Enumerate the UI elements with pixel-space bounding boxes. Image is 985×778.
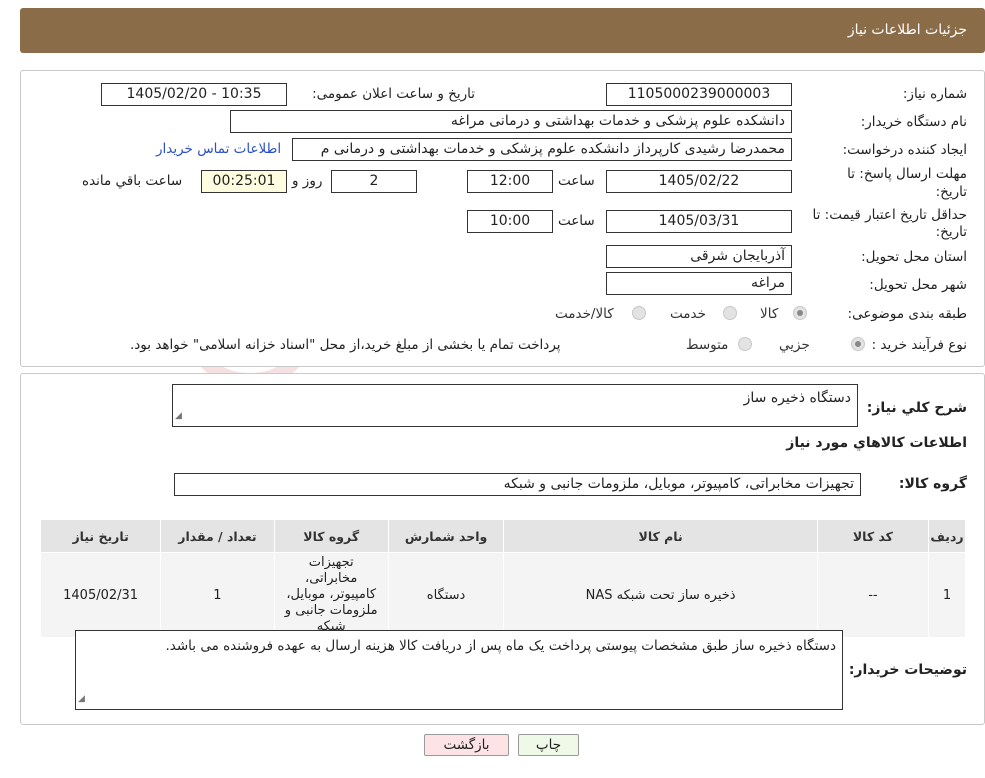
validity-hour-label: ساعت xyxy=(558,213,595,229)
category-option-goods: کالا xyxy=(760,306,779,322)
announce-date-label: تاریخ و ساعت اعلان عمومی: xyxy=(312,86,475,102)
process-radio-medium[interactable] xyxy=(738,337,752,351)
cell-qty: 1 xyxy=(160,552,275,638)
process-note: پرداخت تمام یا بخشی از مبلغ خرید،از محل … xyxy=(130,337,561,353)
need-number-label: شماره نیاز: xyxy=(902,86,967,102)
category-radio-goods-service[interactable] xyxy=(632,306,646,320)
resize-grip-icon[interactable]: ◢ xyxy=(78,695,86,704)
deadline-hour-label: ساعت xyxy=(558,173,595,189)
province-label: استان محل تحویل: xyxy=(861,249,967,265)
description-textarea[interactable]: دستگاه ذخیره ساز ◢ xyxy=(172,384,858,427)
cell-name: ذخیره ساز تحت شبکه NAS xyxy=(503,552,818,638)
buyer-org-label: نام دستگاه خریدار: xyxy=(860,114,967,130)
deadline-label-date: تاریخ: xyxy=(935,184,967,200)
cell-date: 1405/02/31 xyxy=(39,552,162,638)
deadline-label: مهلت ارسال پاسخ: تا xyxy=(847,166,967,182)
cell-code: -- xyxy=(816,552,930,638)
days-label: روز و xyxy=(292,173,323,189)
back-button[interactable]: بازگشت xyxy=(424,734,509,756)
category-radio-service[interactable] xyxy=(723,306,737,320)
process-option-medium: متوسط xyxy=(686,337,729,353)
print-button[interactable]: چاپ xyxy=(518,734,579,756)
process-option-minor: جزیي xyxy=(779,337,810,353)
goods-info-title: اطلاعات کالاهاي مورد نیاز xyxy=(786,435,967,451)
city-label: شهر محل تحویل: xyxy=(869,277,967,293)
category-option-goods-service: کالا/خدمت xyxy=(555,306,614,322)
buyer-notes-textarea[interactable]: دستگاه ذخیره ساز طبق مشخصات پیوستی پرداخ… xyxy=(75,630,843,710)
col-row-index: ردیف xyxy=(928,519,966,553)
col-goods-group: گروه کالا xyxy=(273,519,389,553)
deadline-date-field: 1405/02/22 xyxy=(606,170,792,193)
validity-label: حداقل تاریخ اعتبار قیمت: تا xyxy=(812,207,967,223)
process-radio-minor[interactable] xyxy=(851,337,865,351)
cell-group: تجهیزات مخابراتی، کامپیوتر، موبایل، ملزو… xyxy=(273,552,389,638)
col-goods-code: کد کالا xyxy=(816,519,930,553)
goods-group-label: گروه کالا: xyxy=(898,476,967,492)
buyer-org-field: دانشکده علوم پزشکی و خدمات بهداشتی و درم… xyxy=(230,110,792,133)
col-goods-name: نام کالا xyxy=(503,519,818,553)
page-title: جزئیات اطلاعات نیاز xyxy=(847,22,967,38)
goods-group-field: تجهیزات مخابراتی، کامپیوتر، موبایل، ملزو… xyxy=(174,473,861,496)
col-need-date: تاریخ نیاز xyxy=(39,519,162,553)
col-quantity: تعداد / مقدار xyxy=(160,519,275,553)
remaining-label: ساعت باقي مانده xyxy=(82,173,183,189)
validity-label-date: تاریخ: xyxy=(935,224,967,240)
col-unit: واحد شمارش xyxy=(387,519,505,553)
announce-date-field: 1405/02/20 - 10:35 xyxy=(101,83,287,106)
page-header: جزئیات اطلاعات نیاز xyxy=(20,8,985,53)
category-option-service: خدمت xyxy=(670,306,706,322)
goods-table: ردیف کد کالا نام کالا واحد شمارش گروه کا… xyxy=(39,519,966,638)
resize-grip-icon[interactable]: ◢ xyxy=(175,412,183,421)
buyer-notes-text: دستگاه ذخیره ساز طبق مشخصات پیوستی پرداخ… xyxy=(165,638,836,654)
cell-unit: دستگاه xyxy=(387,552,505,638)
days-remaining-field: 2 xyxy=(331,170,417,193)
process-label: نوع فرآیند خرید : xyxy=(871,337,967,353)
validity-date-field: 1405/03/31 xyxy=(606,210,792,233)
requester-label: ایجاد کننده درخواست: xyxy=(842,142,967,158)
deadline-time-field: 12:00 xyxy=(467,170,553,193)
table-header-row: ردیف کد کالا نام کالا واحد شمارش گروه کا… xyxy=(39,519,966,553)
need-number-field: 1105000239000003 xyxy=(606,83,792,106)
cell-index: 1 xyxy=(928,552,966,638)
category-radio-goods[interactable] xyxy=(793,306,807,320)
buyer-contact-link[interactable]: اطلاعات تماس خریدار xyxy=(156,141,281,157)
description-text: دستگاه ذخیره ساز xyxy=(743,390,851,406)
validity-time-field: 10:00 xyxy=(467,210,553,233)
province-field: آذربایجان شرقی xyxy=(606,245,792,268)
requester-field: محمدرضا رشیدی کارپرداز دانشکده علوم پزشک… xyxy=(292,138,792,161)
table-row: 1 -- ذخیره ساز تحت شبکه NAS دستگاه تجهیز… xyxy=(39,552,966,638)
city-field: مراغه xyxy=(606,272,792,295)
buyer-notes-label: توضیحات خریدار: xyxy=(848,662,967,678)
description-label: شرح کلي نیاز: xyxy=(866,400,967,416)
category-label: طبقه بندی موضوعی: xyxy=(847,306,967,322)
remaining-time-field: 00:25:01 xyxy=(201,170,287,193)
